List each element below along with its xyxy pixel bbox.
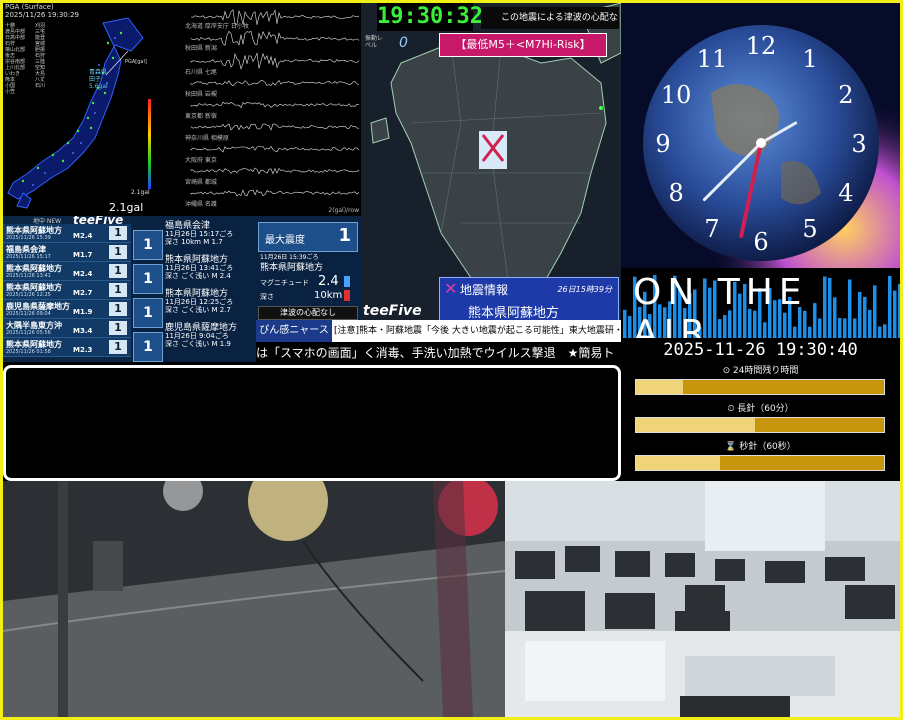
screen-border xyxy=(0,0,903,720)
